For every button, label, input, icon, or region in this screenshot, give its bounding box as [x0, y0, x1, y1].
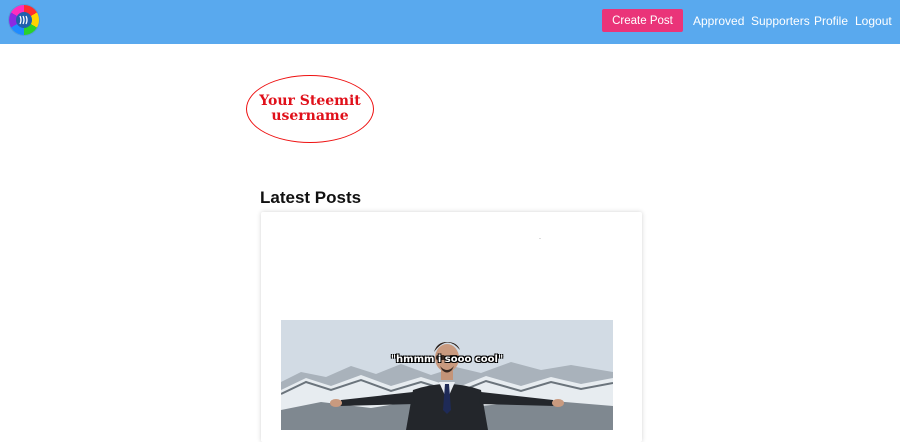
steem-wave-icon: [19, 15, 28, 25]
latest-posts-heading: Latest Posts: [260, 188, 362, 207]
username-line-2: username: [271, 108, 349, 124]
create-post-button[interactable]: Create Post: [602, 9, 683, 32]
nav-link-profile[interactable]: Profile: [814, 14, 848, 28]
nav-link-supporters[interactable]: Supporters: [751, 14, 810, 28]
top-navbar: Create Post Approved Supporters Profile …: [0, 0, 900, 44]
nav-link-logout[interactable]: Logout: [855, 14, 892, 28]
post-card[interactable]: "hmmm i sooo cool": [261, 212, 642, 442]
meme-illustration: [281, 320, 613, 430]
steemit-logo-inner: [16, 12, 32, 28]
meme-caption: "hmmm i sooo cool": [390, 354, 504, 365]
username-line-1: Your Steemit: [259, 93, 361, 109]
steemit-logo-icon[interactable]: [9, 5, 39, 35]
username-badge: Your Steemit username: [246, 75, 374, 143]
nav-link-approved[interactable]: Approved: [693, 14, 744, 28]
card-speck: [539, 238, 541, 239]
post-image[interactable]: "hmmm i sooo cool": [281, 320, 613, 430]
